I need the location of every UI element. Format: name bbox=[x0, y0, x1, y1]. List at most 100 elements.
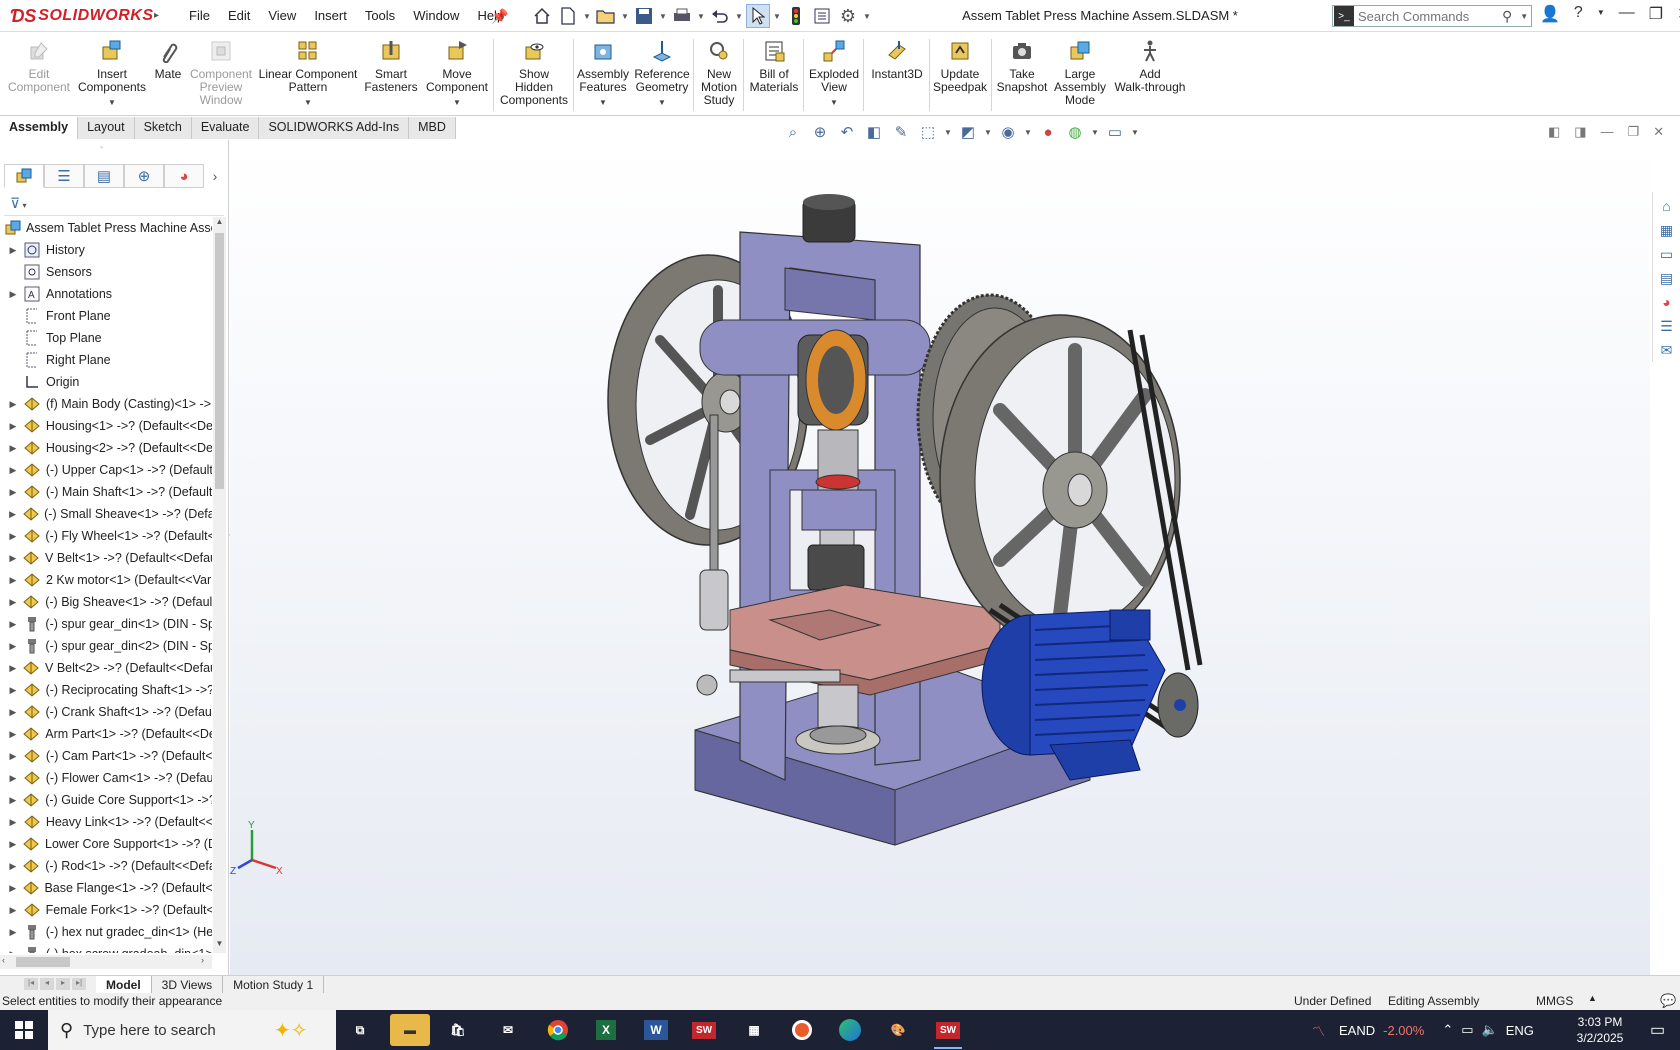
tree-item[interactable]: ▶ (-) spur gear_din<2> (DIN - Sp bbox=[0, 635, 212, 657]
tree-item[interactable]: Right Plane bbox=[0, 349, 212, 371]
mail-icon[interactable]: ✉ bbox=[488, 1014, 528, 1046]
word-icon[interactable]: W bbox=[636, 1014, 676, 1046]
apply-scene-icon[interactable]: ◍ bbox=[1064, 122, 1086, 142]
tree-item[interactable]: Front Plane bbox=[0, 305, 212, 327]
expand-arrow-icon[interactable]: ▶ bbox=[6, 597, 20, 608]
expand-arrow-icon[interactable]: ▶ bbox=[6, 883, 19, 894]
menu-tools[interactable]: Tools bbox=[356, 6, 404, 25]
expand-arrow-icon[interactable]: ▶ bbox=[6, 443, 20, 454]
scroll-right-icon[interactable]: › bbox=[201, 955, 204, 965]
more-tabs-chevron-icon[interactable]: › bbox=[204, 164, 226, 188]
units-dropdown-icon[interactable]: ▲ bbox=[1588, 993, 1597, 1003]
tree-item[interactable]: ▶ (-) Reciprocating Shaft<1> ->? bbox=[0, 679, 212, 701]
scene-dropdown-icon[interactable]: ▼ bbox=[1091, 128, 1099, 137]
doc-close-icon[interactable]: ✕ bbox=[1653, 124, 1664, 140]
select-dropdown-icon[interactable]: ▼ bbox=[772, 12, 782, 21]
dynamic-annotation-icon[interactable]: ✎ bbox=[890, 122, 912, 142]
expand-arrow-icon[interactable]: ▶ bbox=[6, 663, 20, 674]
expand-arrow-icon[interactable]: ▶ bbox=[6, 839, 20, 850]
chrome-icon[interactable] bbox=[538, 1014, 578, 1046]
view-settings-icon[interactable]: ▭ bbox=[1104, 122, 1126, 142]
options-gear-icon[interactable]: ⚙ bbox=[836, 4, 860, 28]
reference-geometry-dropdown-icon[interactable]: ▼ bbox=[658, 96, 666, 109]
search-commands[interactable]: >_ ⚲ ▼ bbox=[1332, 5, 1532, 27]
display-style-icon[interactable]: ◩ bbox=[957, 122, 979, 142]
tooltip-icon[interactable]: 💬 bbox=[1660, 993, 1676, 1009]
exploded-view-button[interactable]: Exploded View ▼ bbox=[806, 37, 862, 109]
search-dropdown-icon[interactable]: ▼ bbox=[1520, 12, 1528, 21]
expand-arrow-icon[interactable]: ▶ bbox=[6, 729, 20, 740]
expand-arrow-icon[interactable]: ▶ bbox=[6, 509, 19, 520]
tree-item[interactable]: ▶ (f) Main Body (Casting)<1> -> bbox=[0, 393, 212, 415]
excel-icon[interactable]: X bbox=[586, 1014, 626, 1046]
tab-mbd[interactable]: MBD bbox=[409, 117, 456, 139]
print-dropdown-icon[interactable]: ▼ bbox=[696, 12, 706, 21]
search-icon[interactable]: ⚲ bbox=[1502, 8, 1512, 25]
custom-properties-icon[interactable]: ☰ bbox=[1657, 316, 1677, 336]
menu-insert[interactable]: Insert bbox=[305, 6, 356, 25]
forum-icon[interactable]: ✉ bbox=[1657, 340, 1677, 360]
home-icon[interactable] bbox=[530, 4, 554, 28]
tree-item[interactable]: ▶ (-) Upper Cap<1> ->? (Default bbox=[0, 459, 213, 481]
doc-minimize-icon[interactable]: — bbox=[1601, 124, 1614, 140]
tree-item[interactable]: ▶ V Belt<2> ->? (Default<<Defau bbox=[0, 657, 212, 679]
language-indicator[interactable]: ENG bbox=[1506, 1023, 1534, 1038]
system-clock[interactable]: 3:03 PM 3/2/2025 bbox=[1570, 1014, 1630, 1046]
tree-item[interactable]: ▶ (-) Guide Core Support<1> ->? bbox=[0, 789, 212, 811]
calculator-icon[interactable]: ▦ bbox=[734, 1014, 774, 1046]
expand-arrow-icon[interactable]: ▶ bbox=[6, 927, 20, 938]
assembly-model-3d[interactable]: Y X Z bbox=[230, 140, 1650, 975]
feature-manager-tab-icon[interactable] bbox=[4, 164, 44, 188]
units-selector[interactable]: MMGS bbox=[1536, 994, 1573, 1008]
move-component-button[interactable]: Move Component ▼ bbox=[422, 37, 492, 109]
filter-icon[interactable]: ⊽ ▾ bbox=[4, 192, 224, 216]
windows-start-icon[interactable] bbox=[0, 1010, 48, 1050]
take-snapshot-button[interactable]: Take Snapshot bbox=[994, 37, 1050, 94]
tile-right-icon[interactable]: ◨ bbox=[1574, 124, 1586, 140]
open-dropdown-icon[interactable]: ▼ bbox=[620, 12, 630, 21]
component-preview-button[interactable]: Component Preview Window bbox=[186, 37, 256, 107]
tree-item[interactable]: ▶ History bbox=[0, 239, 212, 261]
view-settings-dropdown-icon[interactable]: ▼ bbox=[1131, 128, 1139, 137]
large-assembly-mode-button[interactable]: Large Assembly Mode bbox=[1052, 37, 1108, 107]
show-hidden-components-button[interactable]: Show Hidden Components bbox=[496, 37, 572, 107]
tree-item[interactable]: ▶ (-) hex nut gradec_din<1> (He bbox=[0, 921, 212, 943]
tab-model[interactable]: Model bbox=[96, 976, 152, 994]
update-speedpak-button[interactable]: Update Speedpak bbox=[932, 37, 988, 94]
tree-item[interactable]: ▶ (-) Big Sheave<1> ->? (Default bbox=[0, 591, 212, 613]
print-icon[interactable] bbox=[670, 4, 694, 28]
tree-item[interactable]: ▶ Base Flange<1> ->? (Default<< bbox=[0, 877, 212, 899]
new-dropdown-icon[interactable]: ▼ bbox=[582, 12, 592, 21]
tree-item[interactable]: ▶ (-) Fly Wheel<1> ->? (Default< bbox=[0, 525, 212, 547]
previous-view-icon[interactable]: ↶ bbox=[836, 122, 858, 142]
expand-arrow-icon[interactable]: ▶ bbox=[6, 949, 20, 954]
help-dropdown-icon[interactable]: ▼ bbox=[1597, 4, 1605, 24]
file-explorer-icon[interactable]: ▭ bbox=[1657, 244, 1677, 264]
hide-show-dropdown-icon[interactable]: ▼ bbox=[1024, 128, 1032, 137]
menu-expand-icon[interactable]: ▸ bbox=[154, 4, 172, 28]
edit-component-button[interactable]: Edit Component bbox=[4, 37, 74, 94]
linear-component-pattern-button[interactable]: Linear Component Pattern ▼ bbox=[259, 37, 357, 109]
tab-addins[interactable]: SOLIDWORKS Add-Ins bbox=[259, 117, 410, 139]
assembly-features-button[interactable]: Assembly Features ▼ bbox=[576, 37, 630, 109]
view-orientation-icon[interactable]: ⬚ bbox=[917, 122, 939, 142]
prev-tab-icon[interactable]: ◂ bbox=[40, 978, 54, 990]
next-tab-icon[interactable]: ▸ bbox=[56, 978, 70, 990]
tree-item[interactable]: ▶ (-) Main Shaft<1> ->? (Default bbox=[0, 481, 212, 503]
expand-arrow-icon[interactable]: ▶ bbox=[6, 861, 20, 872]
menu-file[interactable]: File bbox=[180, 6, 219, 25]
tree-horizontal-scrollbar[interactable]: ‹ › bbox=[0, 955, 212, 969]
tree-item[interactable]: ▶ (-) spur gear_din<1> (DIN - Sp bbox=[0, 613, 212, 635]
tree-item[interactable]: ▶ Lower Core Support<1> ->? (D bbox=[0, 833, 212, 855]
appearances-icon[interactable]: ◕ bbox=[1657, 292, 1677, 312]
last-tab-icon[interactable]: ▸| bbox=[72, 978, 86, 990]
undo-dropdown-icon[interactable]: ▼ bbox=[734, 12, 744, 21]
insert-components-button[interactable]: Insert Components ▼ bbox=[76, 37, 148, 109]
scroll-thumb[interactable] bbox=[215, 233, 224, 489]
bill-of-materials-button[interactable]: Bill of Materials bbox=[746, 37, 802, 94]
expand-arrow-icon[interactable]: ▶ bbox=[6, 245, 20, 256]
tree-item[interactable]: ▶ (-) Rod<1> ->? (Default<<Defa bbox=[0, 855, 212, 877]
hscroll-thumb[interactable] bbox=[16, 957, 70, 967]
tab-layout[interactable]: Layout bbox=[78, 117, 135, 139]
tree-item[interactable]: ▶ Housing<1> ->? (Default<<De bbox=[0, 415, 213, 437]
